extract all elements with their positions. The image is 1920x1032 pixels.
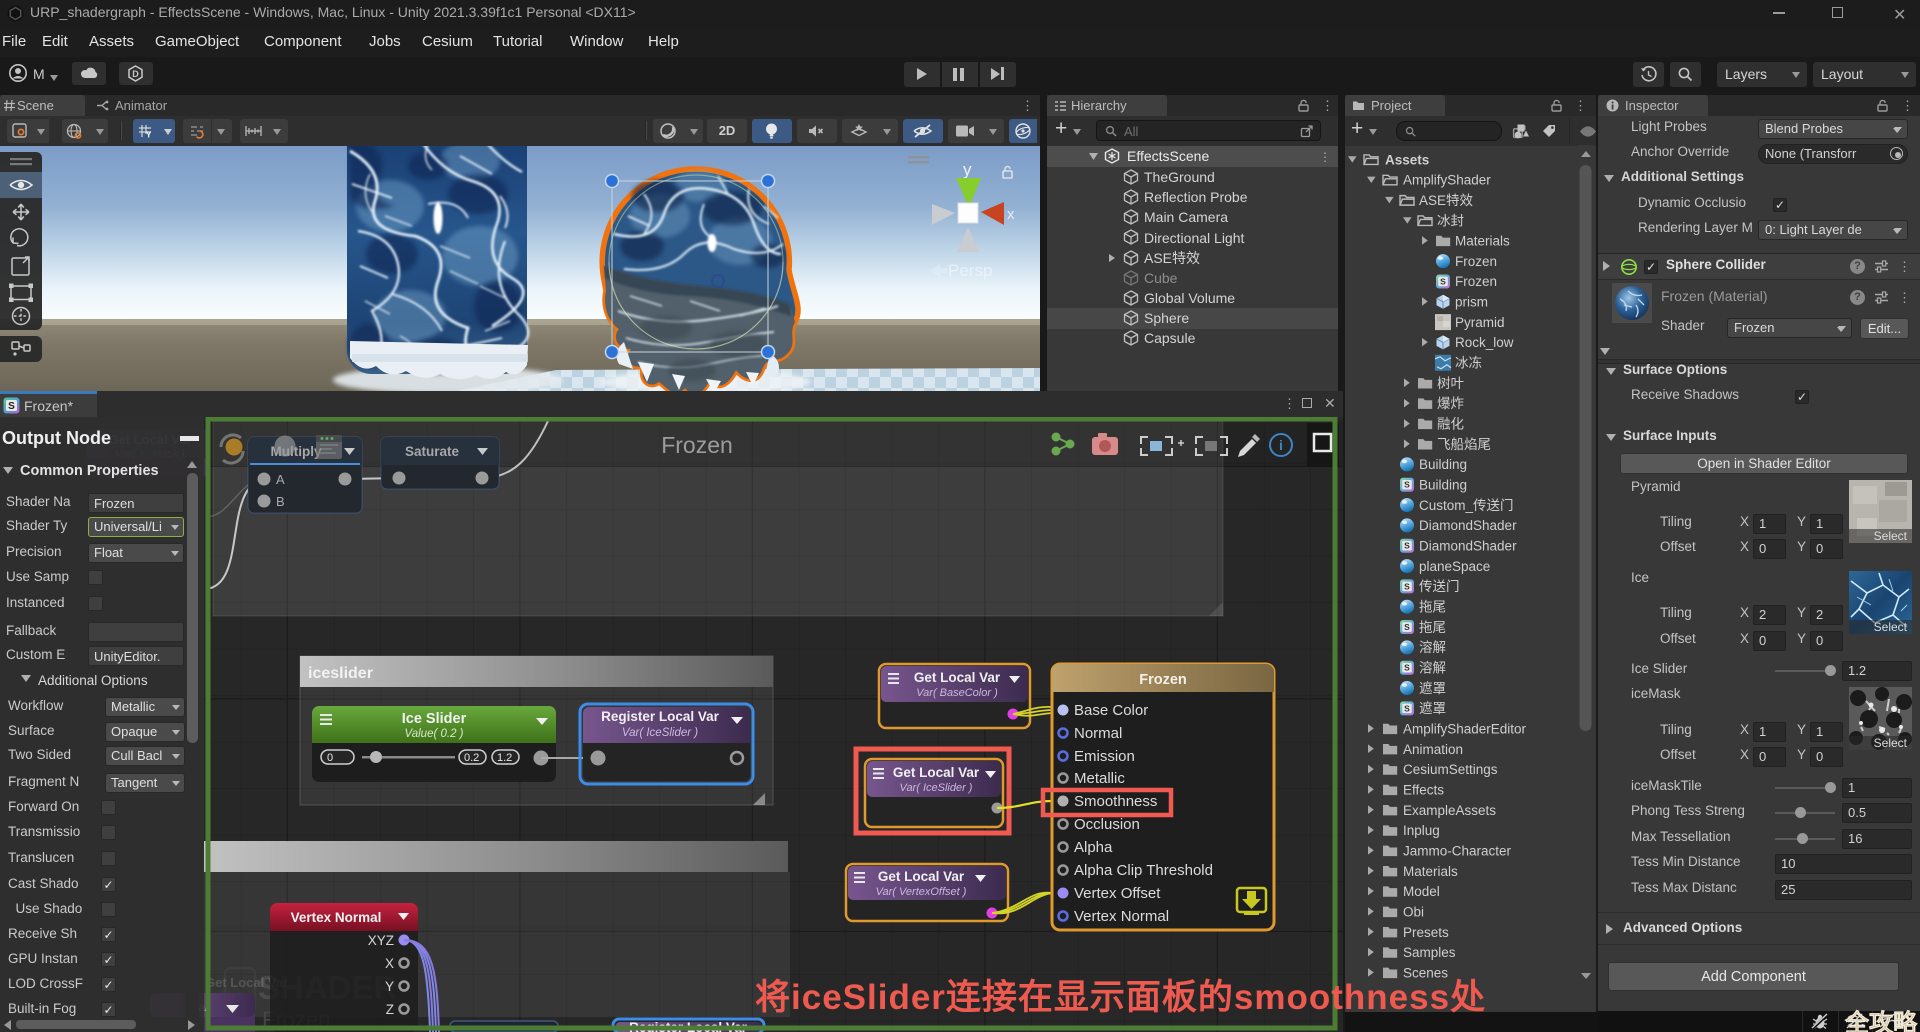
svg-text:Ice Slider: Ice Slider [402,711,467,727]
svg-text:Animation: Animation [1403,742,1463,757]
svg-text:Var( VertexOffset ): Var( VertexOffset ) [876,886,967,898]
svg-text:Assets: Assets [1385,152,1429,167]
svg-text:Alpha Clip Threshold: Alpha Clip Threshold [1074,862,1213,879]
svg-text:Presets: Presets [1403,925,1449,940]
svg-text:iceslider: iceslider [308,665,373,682]
svg-text:Register Local Var: Register Local Var [601,709,720,724]
svg-text:DiamondShader: DiamondShader [1419,518,1517,533]
svg-text:Cube: Cube [1144,270,1178,286]
svg-text:Custom_传送门: Custom_传送门 [1419,498,1514,513]
svg-text:拖尾: 拖尾 [1419,600,1446,615]
svg-text:遮罩: 遮罩 [1419,681,1446,696]
svg-text:ASE特效: ASE特效 [1144,250,1200,266]
svg-text:Emission: Emission [1074,748,1135,765]
svg-text:Y: Y [146,131,152,140]
svg-text:XYZ: XYZ [368,933,394,948]
svg-text:Materials: Materials [1403,864,1458,879]
svg-text:DiamondShader: DiamondShader [1419,539,1517,554]
svg-text:拖尾: 拖尾 [1419,620,1446,635]
svg-text:Var( BaseColor ): Var( BaseColor ) [916,687,998,699]
svg-text:CesiumSettings: CesiumSettings [1403,762,1498,777]
svg-text:S: S [8,401,15,412]
svg-text:爆炸: 爆炸 [1437,396,1465,411]
svg-text:Persp: Persp [948,261,992,280]
svg-text:EffectsScene: EffectsScene [1127,148,1209,164]
svg-text:Frozen: Frozen [1455,254,1497,269]
svg-text:Get Local Var: Get Local Var [878,869,965,884]
svg-text:AmplifyShader: AmplifyShader [1403,173,1491,188]
svg-text:Model: Model [1403,884,1440,899]
svg-text:Directional Light: Directional Light [1144,230,1244,246]
svg-text:Base Color: Base Color [1074,702,1148,719]
svg-text:Metallic: Metallic [1074,770,1125,787]
svg-text:prism: prism [1455,295,1488,310]
svg-text:ExampleAssets: ExampleAssets [1403,803,1496,818]
svg-text:Smoothness: Smoothness [1074,793,1157,810]
svg-text:Value( 0.2 ): Value( 0.2 ) [404,728,463,740]
svg-text:溶解: 溶解 [1419,640,1446,655]
svg-text:Select: Select [1874,620,1908,634]
svg-text:Normal: Normal [1074,725,1122,742]
svg-text:0.2: 0.2 [464,752,479,764]
svg-text:x: x [1007,206,1015,223]
svg-text:Building: Building [1419,478,1467,493]
svg-text:Z: Z [386,1002,394,1017]
svg-text:Frozen: Frozen [661,432,733,458]
svg-text:Capsule: Capsule [1144,330,1196,346]
svg-text:Saturate: Saturate [405,444,460,459]
svg-text:冰冻: 冰冻 [1455,356,1482,371]
svg-text:ASE特效: ASE特效 [1419,193,1474,208]
svg-text:Rock_low: Rock_low [1455,335,1514,350]
svg-text:Occlusion: Occlusion [1074,816,1140,833]
svg-text:0: 0 [327,752,333,764]
svg-text:Vertex Normal: Vertex Normal [1074,908,1169,925]
svg-text:Materials: Materials [1455,234,1510,249]
svg-text:planeSpace: planeSpace [1419,559,1490,574]
svg-text:冰封: 冰封 [1437,213,1464,228]
svg-text:y: y [963,160,972,179]
svg-text:Effects: Effects [1403,783,1444,798]
svg-text:Reflection Probe: Reflection Probe [1144,189,1248,205]
svg-text:Building: Building [1419,457,1467,472]
svg-text:Select: Select [1874,529,1908,543]
svg-text:B: B [276,494,285,509]
svg-text:Get Local Var: Get Local Var [914,670,1001,685]
svg-text:Var( IceSlider ): Var( IceSlider ) [900,782,973,794]
svg-text:Var( IceSlider ): Var( IceSlider ) [622,727,698,739]
svg-text:融化: 融化 [1437,417,1464,432]
svg-text:Vertex Normal: Vertex Normal [291,910,382,925]
svg-text:Main Camera: Main Camera [1144,209,1228,225]
svg-text:溶解: 溶解 [1419,661,1446,676]
svg-text:Frozen: Frozen [1455,274,1497,289]
svg-text:X: X [385,956,394,971]
svg-text:传送门: 传送门 [1419,579,1460,594]
svg-text:D: D [132,69,139,79]
svg-text:Jammo-Character: Jammo-Character [1403,844,1512,859]
svg-text:Select: Select [1874,736,1908,750]
svg-text:A: A [276,472,285,487]
svg-text:Vertex Offset: Vertex Offset [1074,885,1161,902]
svg-text:Global Volume: Global Volume [1144,290,1235,306]
svg-text:飞船焰尾: 飞船焰尾 [1437,437,1491,452]
svg-text:Obi: Obi [1403,905,1424,920]
svg-text:AmplifyShaderEditor: AmplifyShaderEditor [1403,722,1527,737]
svg-text:i: i [1279,437,1283,453]
svg-text:Sphere: Sphere [1144,310,1189,326]
svg-text:遮罩: 遮罩 [1419,701,1446,716]
svg-text:Y: Y [385,979,394,994]
svg-text:Pyramid: Pyramid [1455,315,1505,330]
svg-text:Inplug: Inplug [1403,823,1440,838]
svg-text:树叶: 树叶 [1437,376,1464,391]
svg-text:Samples: Samples [1403,945,1456,960]
svg-text:⋮: ⋮ [1319,150,1331,164]
svg-text:TheGround: TheGround [1144,169,1215,185]
svg-text:Frozen: Frozen [1139,672,1187,688]
svg-text:1.2: 1.2 [497,752,512,764]
svg-text:Get Local Var: Get Local Var [893,765,980,780]
svg-text:Alpha: Alpha [1074,839,1113,856]
